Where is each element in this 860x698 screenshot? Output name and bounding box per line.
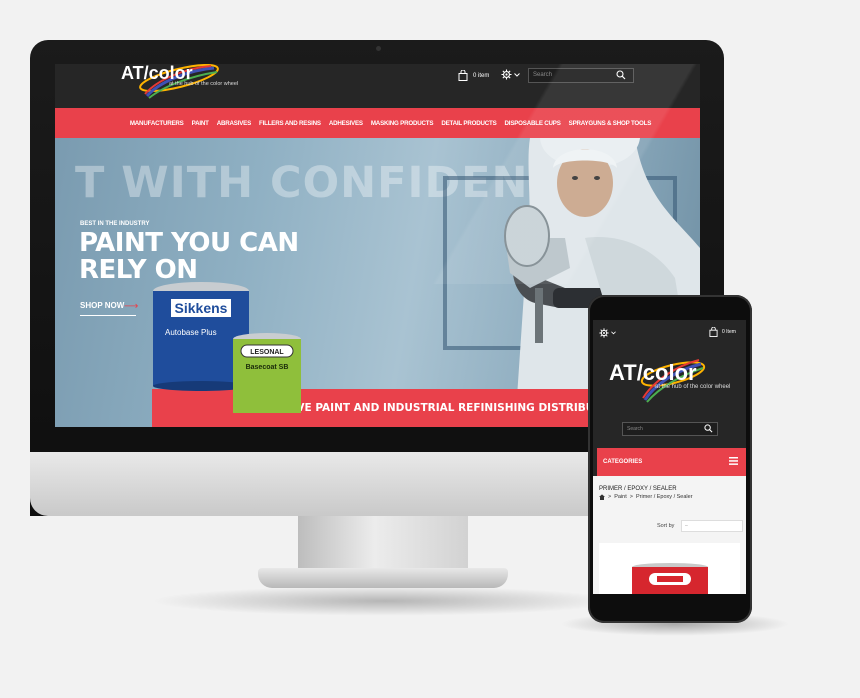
nav-item-fillers-resins[interactable]: FILLERS AND RESINS: [259, 120, 321, 127]
chevron-down-icon: [611, 331, 616, 335]
breadcrumb-paint[interactable]: Paint: [614, 494, 627, 500]
mobile-category-page: PRIMER / EPOXY / SEALER > Paint > Primer…: [593, 476, 746, 594]
hero-title-line1: PAINT YOU CAN: [79, 228, 299, 258]
cart-button[interactable]: 0 item: [458, 70, 489, 81]
arrow-right-icon: ⟶: [124, 301, 139, 312]
breadcrumb: > Paint > Primer / Epoxy / Sealer: [599, 494, 693, 500]
monitor-stand-base: [258, 568, 508, 588]
chevron-down-icon: [514, 72, 520, 77]
hero-title-line2: RELY ON: [79, 255, 198, 285]
nav-item-abrasives[interactable]: ABRASIVES: [217, 120, 252, 127]
stand-shadow: [150, 586, 620, 616]
hero-title: PAINT YOU CAN RELY ON: [79, 230, 319, 284]
main-nav: MANUFACTURERS PAINT ABRASIVES FILLERS AN…: [55, 108, 700, 138]
mobile-screen: 0 Item AT/color at the hub of the color …: [593, 320, 746, 594]
lesonal-paint-can: LESONAL Basecoat SB: [233, 333, 301, 413]
mobile-cart-count: 0 Item: [722, 329, 736, 335]
settings-dropdown[interactable]: [501, 69, 520, 80]
product-image: [632, 563, 708, 594]
product-card[interactable]: [599, 543, 740, 594]
sort-label: Sort by: [657, 523, 675, 529]
mobile-settings-dropdown[interactable]: [599, 328, 616, 338]
monitor-stand-neck: [298, 516, 468, 572]
search-icon[interactable]: [616, 70, 626, 80]
nav-item-paint[interactable]: PAINT: [192, 120, 209, 127]
nav-item-disposable-cups[interactable]: DISPOSABLE CUPS: [505, 120, 561, 127]
nav-item-masking-products[interactable]: MASKING PRODUCTS: [371, 120, 434, 127]
mobile-logo-tagline: at the hub of the color wheel: [655, 384, 730, 390]
sort-select[interactable]: –: [681, 520, 743, 532]
shopping-bag-icon: [458, 70, 468, 81]
lesonal-brand: LESONAL: [250, 349, 284, 356]
mobile-atcolor-logo[interactable]: AT/color at the hub of the color wheel: [605, 350, 735, 410]
breadcrumb-separator: >: [608, 494, 612, 500]
gear-icon: [501, 69, 512, 80]
gear-icon: [599, 328, 609, 338]
lesonal-product: Basecoat SB: [246, 364, 289, 371]
categories-menu-bar[interactable]: CATEGORIES: [597, 448, 746, 476]
breadcrumb-current: Primer / Epoxy / Sealer: [635, 494, 693, 500]
breadcrumb-separator: >: [629, 494, 633, 500]
mobile-logo-text: AT/color: [609, 360, 697, 385]
hero-eyebrow: BEST IN THE INDUSTRY: [80, 221, 150, 227]
nav-item-manufacturers[interactable]: MANUFACTURERS: [130, 120, 184, 127]
search-icon[interactable]: [704, 424, 713, 433]
logo-tagline: at the hub of the color wheel: [169, 81, 238, 87]
category-title: PRIMER / EPOXY / SEALER: [599, 486, 677, 492]
mobile-cart-button[interactable]: 0 Item: [709, 327, 736, 337]
home-icon[interactable]: [599, 494, 605, 500]
nav-item-sprayguns-tools[interactable]: SPRAYGUNS & SHOP TOOLS: [569, 120, 652, 127]
shopping-bag-icon: [709, 327, 718, 337]
hamburger-menu-icon[interactable]: [729, 457, 738, 465]
nav-item-detail-products[interactable]: DETAIL PRODUCTS: [441, 120, 496, 127]
sikkens-product: Autobase Plus: [165, 328, 217, 337]
nav-item-adhesives[interactable]: ADHESIVES: [329, 120, 363, 127]
atcolor-logo[interactable]: AT/color at the hub of the color wheel: [119, 64, 269, 108]
cart-count: 0 item: [473, 72, 490, 79]
desktop-header: AT/color at the hub of the color wheel 0…: [55, 64, 700, 108]
monitor-camera: [376, 46, 381, 51]
sikkens-brand: Sikkens: [175, 300, 228, 316]
